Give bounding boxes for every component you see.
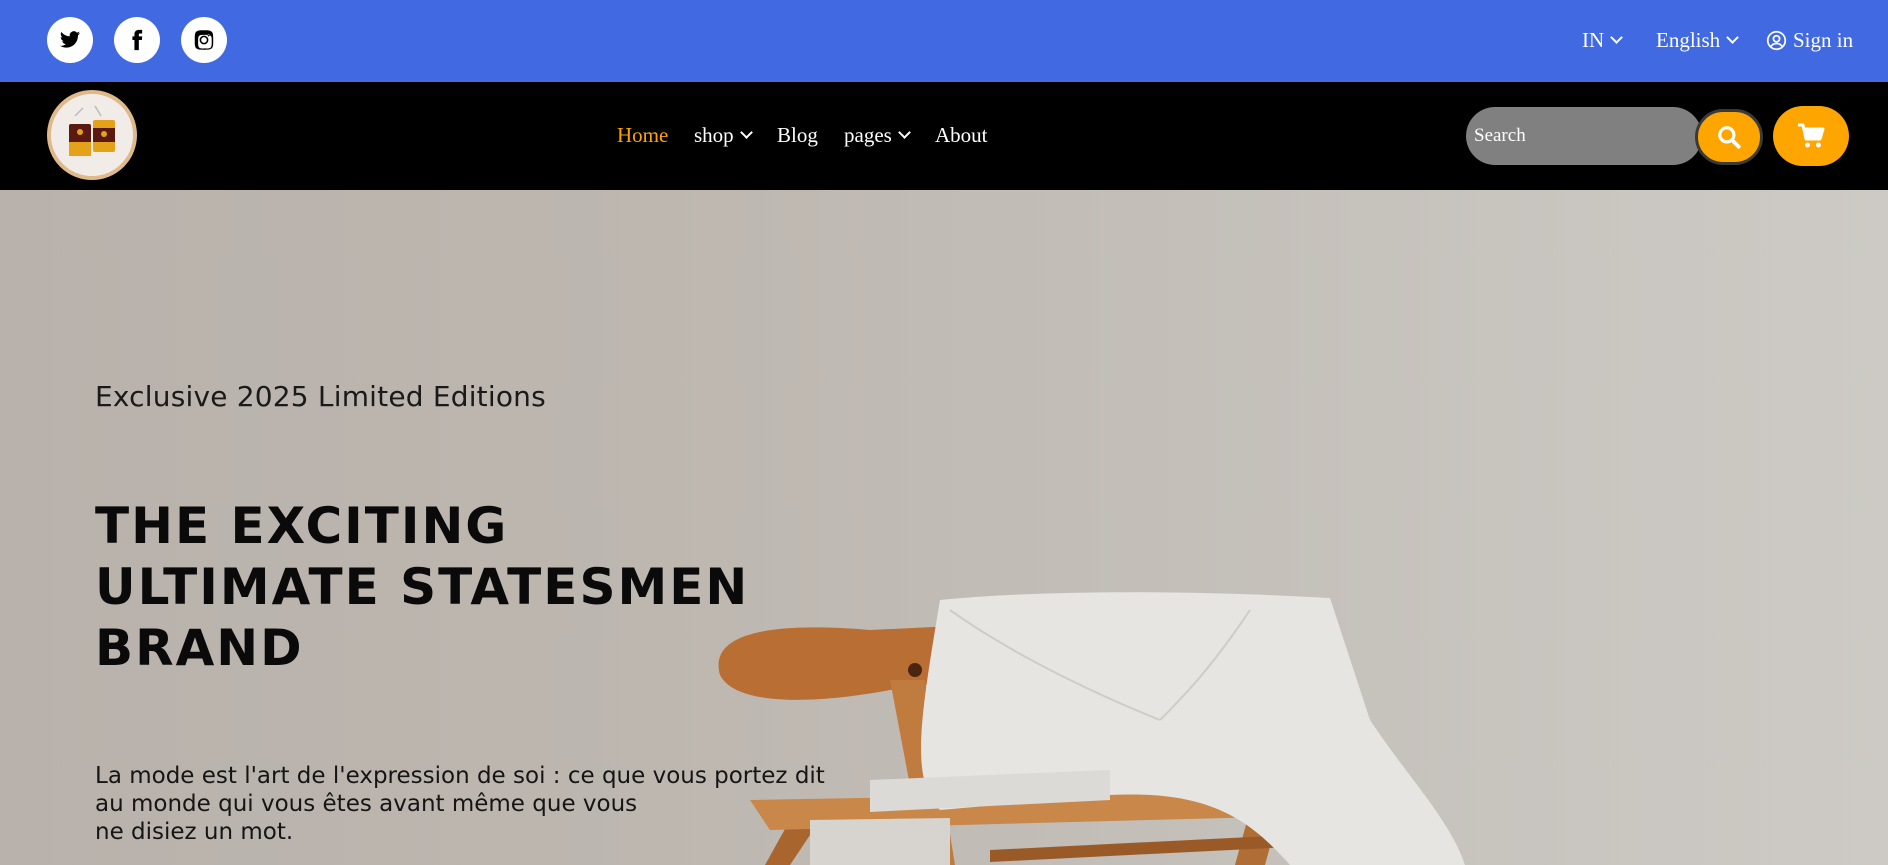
nav-about[interactable]: About <box>935 123 988 148</box>
search-box <box>1466 107 1702 165</box>
logo-image <box>51 94 133 176</box>
brand-logo[interactable] <box>47 90 137 180</box>
hero-desc-line: ne disiez un mot. <box>95 819 294 845</box>
nav-pages[interactable]: pages <box>844 123 911 148</box>
top-bar: IN English Sign in <box>0 0 1888 82</box>
nav-shop-label: shop <box>694 123 734 147</box>
hero-desc-line: au monde qui vous êtes avant même que vo… <box>95 791 638 817</box>
hero-kicker: Exclusive 2025 Limited Editions <box>95 380 546 413</box>
chevron-down-icon <box>739 126 753 139</box>
chevron-down-icon <box>1726 30 1740 44</box>
instagram-icon <box>194 30 214 50</box>
hero-title-line: THE EXCITING <box>95 497 509 555</box>
twitter-link[interactable] <box>47 17 93 63</box>
facebook-icon <box>132 29 143 51</box>
language-selector[interactable]: English <box>1656 22 1740 58</box>
chevron-down-icon <box>1610 30 1624 44</box>
signin-link[interactable]: Sign in <box>1766 22 1853 58</box>
cart-icon <box>1798 123 1825 148</box>
hero-description: La mode est l'art de l'expression de soi… <box>95 762 835 846</box>
search-icon <box>1718 126 1741 149</box>
twitter-icon <box>59 31 81 48</box>
user-circle-icon <box>1766 30 1787 50</box>
main-navbar: Home shop Blog pages About <box>0 82 1888 190</box>
facebook-link[interactable] <box>114 17 160 63</box>
country-label: IN <box>1582 27 1605 52</box>
cart-button[interactable] <box>1773 106 1849 166</box>
chevron-down-icon <box>897 126 911 139</box>
nav-blog[interactable]: Blog <box>777 123 818 148</box>
hero-title: THE EXCITING ULTIMATE STATESMEN BRAND <box>95 496 855 679</box>
hero-section: Exclusive 2025 Limited Editions THE EXCI… <box>0 190 1888 865</box>
hero-title-line: ULTIMATE STATESMEN <box>95 558 750 616</box>
search-button[interactable] <box>1695 109 1763 165</box>
signin-label: Sign in <box>1793 27 1854 52</box>
language-label: English <box>1656 27 1721 52</box>
search-input[interactable] <box>1466 107 1686 165</box>
nav-shop[interactable]: shop <box>694 123 753 148</box>
nav-home[interactable]: Home <box>617 123 668 148</box>
hero-desc-line: La mode est l'art de l'expression de soi… <box>95 763 825 789</box>
nav-pages-label: pages <box>844 123 892 147</box>
hero-title-line: BRAND <box>95 619 304 677</box>
country-selector[interactable]: IN <box>1582 22 1624 58</box>
instagram-link[interactable] <box>181 17 227 63</box>
